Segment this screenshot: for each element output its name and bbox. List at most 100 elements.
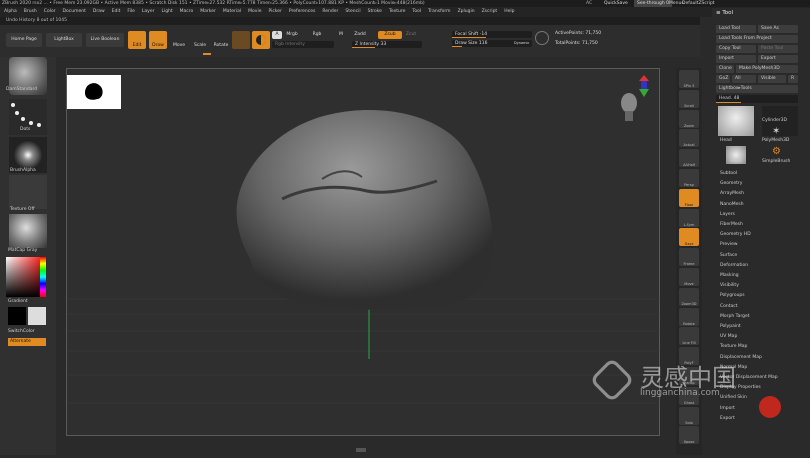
subpalette-import[interactable]: Import xyxy=(720,406,735,411)
clone-button[interactable]: Clone xyxy=(716,65,734,73)
menu-transform[interactable]: Transform xyxy=(428,9,450,14)
menu-stroke[interactable]: Stroke xyxy=(368,9,382,14)
import-button[interactable]: Import xyxy=(716,55,756,63)
rgb-intensity-slider[interactable]: Rgb Intensity xyxy=(272,41,334,48)
axis-gizmo-icon[interactable] xyxy=(639,75,649,97)
material-swatch[interactable] xyxy=(232,31,250,49)
subpalette-subtool[interactable]: Subtool xyxy=(720,171,737,176)
subpalette-texture-map[interactable]: Texture Map xyxy=(720,344,747,349)
shelf-actual[interactable]: Actual xyxy=(679,129,699,148)
subpalette-geometry-hd[interactable]: Geometry HD xyxy=(720,232,751,237)
shelf-floor[interactable]: Floor xyxy=(679,188,699,207)
export-button[interactable]: Export xyxy=(758,55,798,63)
menu-alpha[interactable]: Alpha xyxy=(4,9,17,14)
lightbox-button[interactable]: LightBox xyxy=(46,33,82,47)
canvas-viewport[interactable] xyxy=(66,68,661,436)
make-polymesh-button[interactable]: Make PolyMesh3D xyxy=(736,65,798,73)
paste-tool-button[interactable]: Paste Tool xyxy=(758,45,798,53)
bottom-shelf-handle[interactable] xyxy=(356,448,366,452)
shelf-spix-3[interactable]: SPix 3 xyxy=(679,70,699,88)
menu-draw[interactable]: Draw xyxy=(93,9,105,14)
menu-marker[interactable]: Marker xyxy=(200,9,216,14)
shelf-solo[interactable]: Solo xyxy=(679,406,699,425)
see-through-slider[interactable]: See-through 0 xyxy=(634,0,672,7)
menu-stencil[interactable]: Stencil xyxy=(345,9,360,14)
live-boolean-button[interactable]: Live Boolean xyxy=(86,33,124,47)
shelf-rotate[interactable]: Rotate xyxy=(679,307,699,326)
default-zscript-button[interactable]: DefaultZScript xyxy=(682,0,715,7)
home-page-button[interactable]: Home Page xyxy=(6,33,42,47)
menu-help[interactable]: Help xyxy=(504,9,514,14)
menu-zscript[interactable]: Zscript xyxy=(482,9,498,14)
tool-thumb-head[interactable] xyxy=(718,106,754,136)
scale-button[interactable]: Scale xyxy=(191,31,209,49)
menu-file[interactable]: File xyxy=(127,9,135,14)
brush-mode-icon[interactable] xyxy=(252,31,270,49)
main-color-swatch[interactable] xyxy=(8,307,26,325)
subpalette-arraymesh[interactable]: ArrayMesh xyxy=(720,191,744,196)
lightbox-tools-button[interactable]: Lightbox▸Tools xyxy=(716,85,798,93)
alternate-button[interactable]: Alternate xyxy=(8,338,46,346)
r-button[interactable]: R xyxy=(788,75,798,83)
subpalette-geometry[interactable]: Geometry xyxy=(720,181,742,186)
shelf-scroll[interactable]: Scroll xyxy=(679,89,699,108)
menu-zplugin[interactable]: Zplugin xyxy=(458,9,475,14)
z-intensity-slider[interactable]: Z Intensity 33 xyxy=(352,41,422,48)
menu-layer[interactable]: Layer xyxy=(142,9,155,14)
menu-picker[interactable]: Picker xyxy=(268,9,281,14)
zcut-toggle[interactable]: Zcut xyxy=(404,31,418,39)
shelf-line-fill[interactable]: Line Fill xyxy=(679,327,699,346)
subpalette-surface[interactable]: Surface xyxy=(720,253,737,258)
menu-render[interactable]: Render xyxy=(322,9,338,14)
menu-tool[interactable]: Tool xyxy=(412,9,421,14)
all-button[interactable]: All xyxy=(732,75,756,83)
subpalette-masking[interactable]: Masking xyxy=(720,273,739,278)
subpalette-visibility[interactable]: Visibility xyxy=(720,283,739,288)
menu-color[interactable]: Color xyxy=(44,9,56,14)
undo-history[interactable]: Undo History 8 out of 1045 xyxy=(0,17,700,25)
dynamic-toggle[interactable]: Dynamic xyxy=(514,40,529,47)
subpalette-polygroups[interactable]: Polygroups xyxy=(720,293,745,298)
visible-button[interactable]: Visible xyxy=(758,75,786,83)
subpalette-uv-map[interactable]: UV Map xyxy=(720,334,737,339)
rgb-toggle[interactable]: Rgb xyxy=(310,31,324,39)
menu-brush[interactable]: Brush xyxy=(24,9,37,14)
rotate-button[interactable]: Rotate xyxy=(212,31,230,49)
menu-preferences[interactable]: Preferences xyxy=(289,9,315,14)
goz-button[interactable]: GoZ xyxy=(716,75,730,83)
menu-document[interactable]: Document xyxy=(63,9,86,14)
copy-tool-button[interactable]: Copy Tool xyxy=(716,45,756,53)
shelf-zoom3d[interactable]: Zoom3D xyxy=(679,287,699,306)
ac-button[interactable]: AC xyxy=(586,0,592,7)
menu-texture[interactable]: Texture xyxy=(389,9,405,14)
subpalette-nanomesh[interactable]: NanoMesh xyxy=(720,202,744,207)
mrgb-toggle[interactable]: Mrgb xyxy=(284,31,300,39)
zadd-toggle[interactable]: Zadd xyxy=(352,31,368,39)
shelf-xpose[interactable]: Xpose xyxy=(679,426,699,445)
subpalette-export[interactable]: Export xyxy=(720,416,735,421)
shelf-gxyz[interactable]: Gxyz xyxy=(679,228,699,247)
shelf-move[interactable]: Move xyxy=(679,268,699,286)
subpalette-contact[interactable]: Contact xyxy=(720,304,738,309)
subpalette-deformation[interactable]: Deformation xyxy=(720,263,748,268)
switch-color-button[interactable]: SwitchColor xyxy=(8,329,35,334)
shelf-zoom[interactable]: Zoom xyxy=(679,109,699,128)
menu-macro[interactable]: Macro xyxy=(180,9,194,14)
shelf-l-sym[interactable]: L.Sym xyxy=(679,208,699,227)
menu-movie[interactable]: Movie xyxy=(248,9,261,14)
subpalette-polypaint[interactable]: Polypaint xyxy=(720,324,741,329)
quicksave-button[interactable]: QuickSave xyxy=(604,0,628,7)
menu-edit[interactable]: Edit xyxy=(112,9,121,14)
secondary-color-swatch[interactable] xyxy=(28,307,46,325)
move-button[interactable]: Move xyxy=(170,31,188,49)
record-icon[interactable] xyxy=(759,396,781,418)
a-toggle[interactable]: A xyxy=(272,31,282,39)
texture-thumbnail[interactable] xyxy=(9,175,47,209)
draw-button[interactable]: Draw xyxy=(149,31,167,49)
subpalette-fibermesh[interactable]: FiberMesh xyxy=(720,222,743,227)
subpalette-preview[interactable]: Preview xyxy=(720,242,738,247)
current-tool-slider[interactable]: Head. 48 xyxy=(716,95,798,103)
hue-strip[interactable] xyxy=(40,257,46,297)
menu-light[interactable]: Light xyxy=(161,9,172,14)
shelf-persp[interactable]: Persp xyxy=(679,169,699,187)
